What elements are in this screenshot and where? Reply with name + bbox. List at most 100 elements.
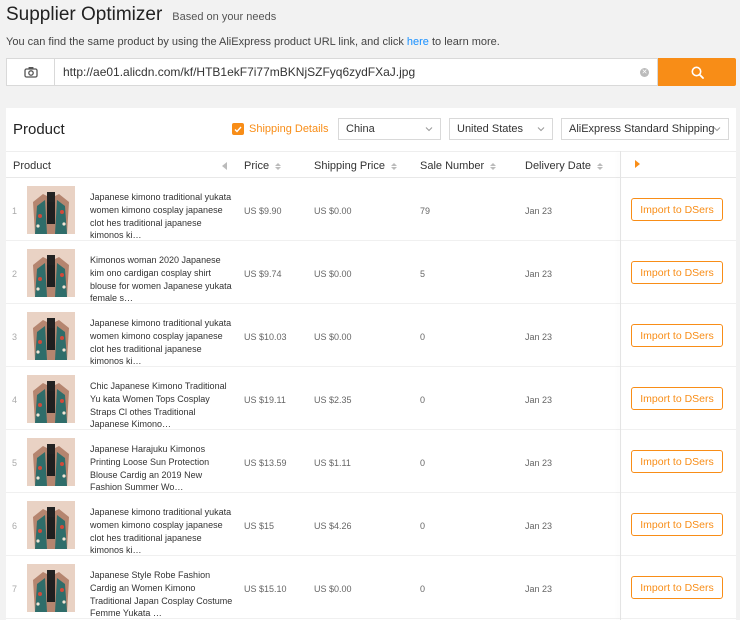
table-row: 6 Japanese kimono traditional yukata wome… xyxy=(6,493,736,556)
import-to-dsers-button[interactable]: Import to DSers xyxy=(631,576,723,599)
learn-more-link[interactable]: here xyxy=(407,36,429,48)
description-text: You can find the same product by using t… xyxy=(6,36,407,48)
table-row: 5 Japanese Harajuku Kimonos Printing Loos… xyxy=(6,430,736,493)
product-name[interactable]: Japanese kimono traditional yukata women… xyxy=(90,191,234,242)
shipping-price: US $4.26 xyxy=(314,521,352,531)
clear-icon[interactable]: ✕ xyxy=(640,68,649,77)
product-name[interactable]: Japanese Harajuku Kimonos Printing Loose… xyxy=(90,443,234,494)
product-name[interactable]: Kimonos woman 2020 Japanese kim ono card… xyxy=(90,254,234,305)
delivery-date: Jan 23 xyxy=(525,332,553,342)
sort-icon xyxy=(597,162,604,170)
delivery-date: Jan 23 xyxy=(525,584,553,594)
product-url-value: http://ae01.alicdn.com/kf/HTB1ekF7i77mBK… xyxy=(63,65,416,79)
expand-columns-icon[interactable] xyxy=(635,160,640,168)
product-name[interactable]: Japanese kimono traditional yukata women… xyxy=(90,506,234,557)
import-to-dsers-button[interactable]: Import to DSers xyxy=(631,198,723,221)
column-header-sale-number-label: Sale Number xyxy=(420,160,485,172)
chevron-down-icon xyxy=(537,127,545,132)
chevron-down-icon xyxy=(425,127,433,132)
import-to-dsers-button[interactable]: Import to DSers xyxy=(631,450,723,473)
import-to-dsers-button[interactable]: Import to DSers xyxy=(631,261,723,284)
sale-number: 5 xyxy=(420,269,426,279)
sort-icon xyxy=(390,162,397,170)
delivery-date: Jan 23 xyxy=(525,395,553,405)
column-header-price[interactable]: Price xyxy=(244,160,282,172)
sale-number: 79 xyxy=(420,206,431,216)
product-thumbnail[interactable] xyxy=(27,375,75,423)
search-button[interactable] xyxy=(658,58,736,86)
product-image xyxy=(27,375,75,423)
shipping-price: US $0.00 xyxy=(314,584,352,594)
column-header-sale-number[interactable]: Sale Number xyxy=(420,160,497,172)
import-to-dsers-button[interactable]: Import to DSers xyxy=(631,324,723,347)
row-index: 4 xyxy=(12,395,18,405)
product-thumbnail[interactable] xyxy=(27,564,75,612)
table-row: 2 Kimonos woman 2020 Japanese kim ono car… xyxy=(6,241,736,304)
shipping-method-value: AliExpress Standard Shipping xyxy=(569,123,715,135)
product-image xyxy=(27,501,75,549)
product-price: US $9.90 xyxy=(244,206,282,216)
page-title: Supplier Optimizer xyxy=(6,4,163,25)
column-header-price-label: Price xyxy=(244,160,270,172)
column-header-shipping-price-label: Shipping Price xyxy=(314,160,385,172)
column-header-product-label: Product xyxy=(13,160,51,172)
product-image xyxy=(27,564,75,612)
product-price: US $19.11 xyxy=(244,395,286,405)
shipping-price: US $0.00 xyxy=(314,332,352,342)
product-thumbnail[interactable] xyxy=(27,438,75,486)
ship-to-value: United States xyxy=(457,123,524,135)
product-panel: Product Shipping Details China United St… xyxy=(6,108,736,620)
product-thumbnail[interactable] xyxy=(27,501,75,549)
description-suffix: to learn more. xyxy=(428,36,500,48)
row-index: 7 xyxy=(12,584,18,594)
product-thumbnail[interactable] xyxy=(27,249,75,297)
product-image xyxy=(27,249,75,297)
sale-number: 0 xyxy=(420,332,426,342)
import-to-dsers-button[interactable]: Import to DSers xyxy=(631,513,723,536)
shipping-details-checkbox[interactable] xyxy=(232,123,244,135)
row-index: 3 xyxy=(12,332,18,342)
search-icon xyxy=(691,66,704,79)
ship-from-select[interactable]: China xyxy=(338,118,441,140)
column-header-delivery-date[interactable]: Delivery Date xyxy=(525,160,604,172)
shipping-price: US $1.11 xyxy=(314,458,351,468)
column-header-shipping-price[interactable]: Shipping Price xyxy=(314,160,397,172)
ship-to-select[interactable]: United States xyxy=(449,118,553,140)
product-thumbnail[interactable] xyxy=(27,312,75,360)
collapse-left-icon[interactable] xyxy=(222,162,228,170)
product-name[interactable]: Japanese Style Robe Fashion Cardig an Wo… xyxy=(90,569,234,620)
product-price: US $9.74 xyxy=(244,269,282,279)
product-name[interactable]: Chic Japanese Kimono Traditional Yu kata… xyxy=(90,380,234,431)
sale-number: 0 xyxy=(420,395,426,405)
shipping-details-label[interactable]: Shipping Details xyxy=(249,123,329,135)
table-row: 3 Japanese kimono traditional yukata wome… xyxy=(6,304,736,367)
ship-from-value: China xyxy=(346,123,375,135)
panel-title: Product xyxy=(13,121,65,138)
image-search-button[interactable] xyxy=(6,58,54,86)
delivery-date: Jan 23 xyxy=(525,458,553,468)
delivery-date: Jan 23 xyxy=(525,269,553,279)
table-row: 1 Japanese kimono traditional yukata wome… xyxy=(6,178,736,241)
column-header-delivery-date-label: Delivery Date xyxy=(525,160,592,172)
table-row: 4 Chic Japanese Kimono Traditional Yu kat… xyxy=(6,367,736,430)
sale-number: 0 xyxy=(420,458,426,468)
sale-number: 0 xyxy=(420,521,426,531)
fixed-column-divider xyxy=(620,151,621,620)
page-subtitle: Based on your needs xyxy=(172,11,277,23)
row-index: 2 xyxy=(12,269,18,279)
product-name[interactable]: Japanese kimono traditional yukata women… xyxy=(90,317,234,368)
column-header-product[interactable]: Product xyxy=(13,160,51,172)
shipping-price: US $0.00 xyxy=(314,206,352,216)
product-image xyxy=(27,438,75,486)
table-header: Product Price Shipping Price Sale Number… xyxy=(6,151,736,178)
product-thumbnail[interactable] xyxy=(27,186,75,234)
product-url-input[interactable]: http://ae01.alicdn.com/kf/HTB1ekF7i77mBK… xyxy=(54,58,658,86)
shipping-method-select[interactable]: AliExpress Standard Shipping xyxy=(561,118,729,140)
url-search-bar: http://ae01.alicdn.com/kf/HTB1ekF7i77mBK… xyxy=(6,58,736,86)
row-index: 5 xyxy=(12,458,18,468)
import-to-dsers-button[interactable]: Import to DSers xyxy=(631,387,723,410)
shipping-price: US $2.35 xyxy=(314,395,352,405)
row-index: 6 xyxy=(12,521,18,531)
page-description: You can find the same product by using t… xyxy=(6,36,500,48)
delivery-date: Jan 23 xyxy=(525,521,553,531)
